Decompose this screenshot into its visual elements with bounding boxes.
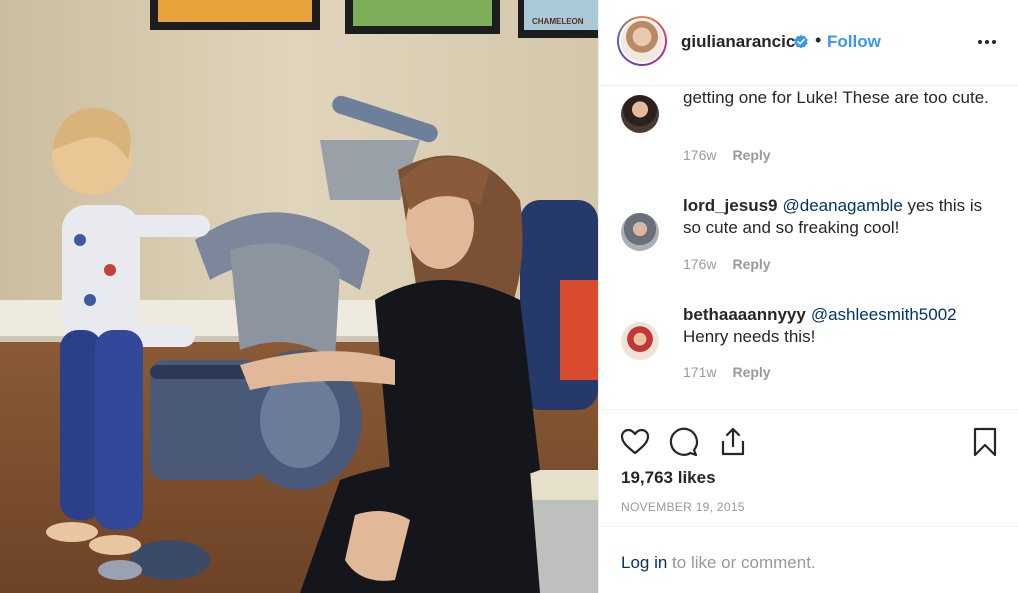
login-prompt: Log in to like or comment.: [599, 526, 1018, 593]
verified-badge-icon: [794, 34, 808, 49]
post-actions: 19,763 likes NOVEMBER 19, 2015: [599, 409, 1018, 526]
commenter-avatar[interactable]: [621, 322, 659, 360]
header-separator: •: [815, 30, 822, 50]
poster-text: CHAMELEON: [532, 17, 584, 26]
post-photo[interactable]: CHAMELEON: [0, 0, 598, 593]
more-horizontal-icon[interactable]: [975, 30, 999, 54]
comment-text: getting one for Luke! These are too cute…: [683, 87, 993, 109]
like-count[interactable]: 19,763 likes: [621, 468, 716, 488]
comment-meta: 171w Reply: [683, 364, 771, 380]
comment-body: Henry needs this!: [683, 327, 816, 346]
comment-text: lord_jesus9 @deanagamble yes this is so c…: [683, 195, 993, 239]
comment-body: getting one for Luke! These are too cute…: [683, 88, 989, 107]
post-date[interactable]: NOVEMBER 19, 2015: [621, 500, 745, 514]
bookmark-icon[interactable]: [969, 426, 1001, 458]
reply-button[interactable]: Reply: [732, 364, 770, 380]
post-header: giulianarancic • Follow: [599, 0, 1018, 86]
comment-age[interactable]: 176w: [683, 147, 716, 163]
login-text: Log in to like or comment.: [621, 553, 816, 573]
login-suffix: to like or comment.: [667, 553, 816, 572]
login-link[interactable]: Log in: [621, 553, 667, 572]
comment-text: bethaaaannyyy @ashleesmith5002 Henry need…: [683, 304, 993, 348]
heart-icon[interactable]: [619, 426, 651, 458]
commenter-avatar[interactable]: [621, 213, 659, 251]
comment-username[interactable]: lord_jesus9: [683, 196, 778, 215]
share-icon[interactable]: [717, 426, 749, 458]
comment-username[interactable]: bethaaaannyyy: [683, 305, 806, 324]
post-photo-illustration: CHAMELEON: [0, 0, 598, 593]
comment-age[interactable]: 176w: [683, 256, 716, 272]
comment-list[interactable]: getting one for Luke! These are too cute…: [599, 87, 1018, 409]
reply-button[interactable]: Reply: [732, 256, 770, 272]
comment-mention[interactable]: @ashleesmith5002: [811, 305, 957, 324]
author-username[interactable]: giulianarancic: [681, 32, 795, 52]
follow-button[interactable]: Follow: [827, 32, 881, 52]
reply-button[interactable]: Reply: [732, 147, 770, 163]
post-side-panel: giulianarancic • Follow getting one for …: [598, 0, 1018, 593]
comment-meta: 176w Reply: [683, 147, 771, 163]
comment-meta: 176w Reply: [683, 256, 771, 272]
comment-mention[interactable]: @deanagamble: [783, 196, 903, 215]
author-avatar[interactable]: [617, 16, 667, 66]
commenter-avatar[interactable]: [621, 95, 659, 133]
comment-icon[interactable]: [667, 426, 699, 458]
comment-age[interactable]: 171w: [683, 364, 716, 380]
